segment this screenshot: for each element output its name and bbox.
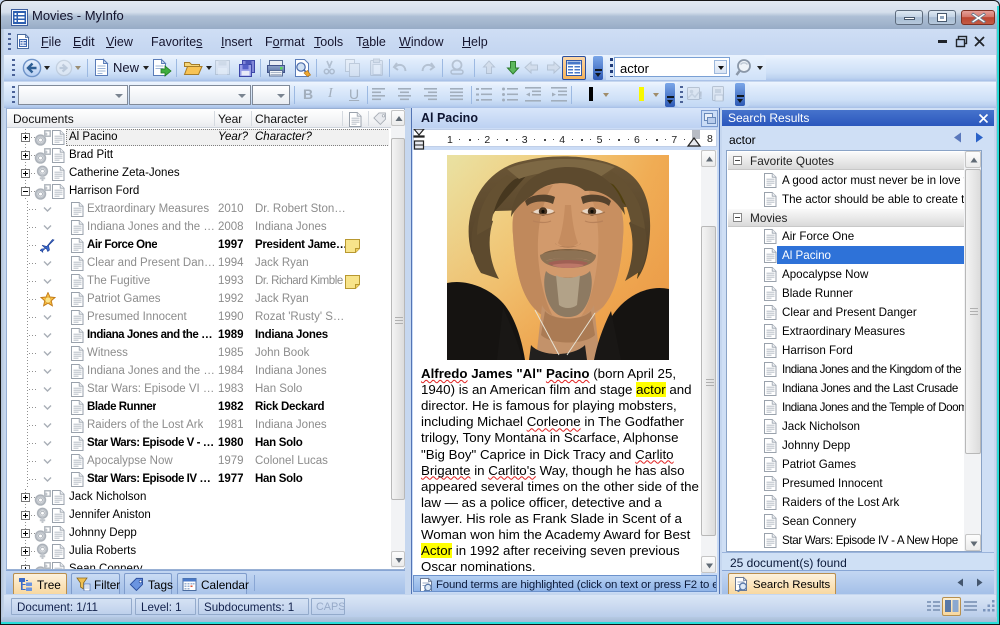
- svg-text:!: !: [699, 90, 703, 102]
